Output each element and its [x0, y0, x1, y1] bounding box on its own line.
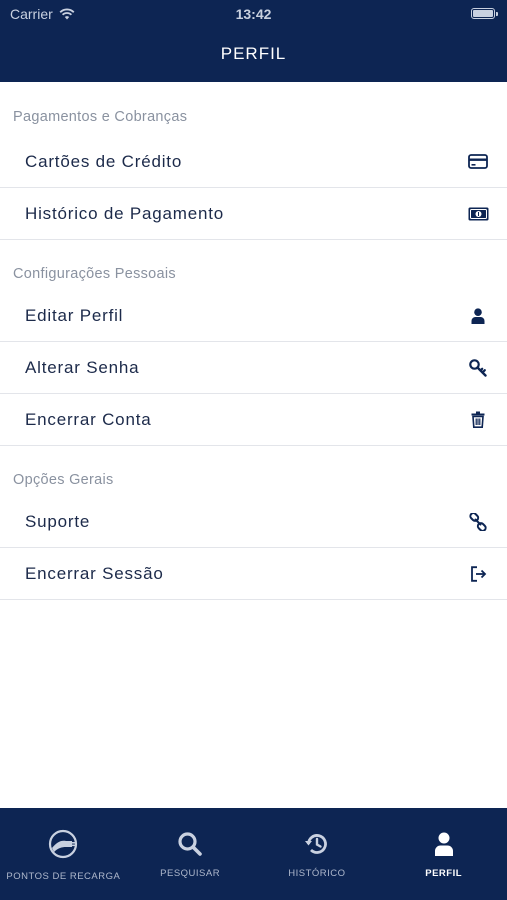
section-title-personal: Configurações Pessoais: [13, 266, 176, 282]
tab-label: PONTOS DE RECARGA: [6, 871, 121, 882]
tab-profile[interactable]: PERFIL: [380, 808, 507, 900]
history-icon: [301, 828, 333, 860]
tab-label: HISTÓRICO: [288, 868, 346, 879]
tab-label: PERFIL: [425, 868, 463, 879]
header: Carrier 13:42 PERFIL: [0, 0, 507, 82]
tab-history[interactable]: HISTÓRICO: [254, 808, 381, 900]
menu-item-logout[interactable]: Encerrar Sessão: [0, 548, 507, 600]
menu-item-close-account[interactable]: Encerrar Conta: [0, 394, 507, 446]
search-icon: [174, 828, 206, 860]
status-time: 13:42: [235, 6, 272, 22]
status-bar: Carrier 13:42: [0, 0, 507, 28]
key-icon: [467, 357, 489, 379]
tab-label: PESQUISAR: [160, 868, 221, 879]
menu-item-label: Histórico de Pagamento: [25, 203, 225, 223]
menu-item-label: Alterar Senha: [25, 357, 140, 377]
sign-out-icon: [467, 563, 489, 585]
menu-item-label: Editar Perfil: [25, 305, 124, 325]
page-title: PERFIL: [220, 44, 287, 63]
profile-menu: Pagamentos e Cobranças Cartões de Crédit…: [0, 82, 507, 600]
menu-item-support[interactable]: Suporte: [0, 496, 507, 548]
menu-item-edit-profile[interactable]: Editar Perfil: [0, 290, 507, 342]
trash-icon: [467, 409, 489, 431]
user-icon: [428, 828, 460, 860]
menu-item-label: Cartões de Crédito: [25, 151, 183, 171]
menu-item-label: Encerrar Sessão: [25, 563, 164, 583]
user-icon: [467, 305, 489, 327]
section-title-payments: Pagamentos e Cobranças: [13, 109, 188, 125]
credit-card-icon: [467, 151, 489, 173]
tab-search[interactable]: PESQUISAR: [127, 808, 254, 900]
menu-item-credit-cards[interactable]: Cartões de Crédito: [0, 136, 507, 188]
tab-bar: PONTOS DE RECARGA PESQUISAR HISTÓRICO PE…: [0, 808, 507, 900]
charging-plug-icon: [47, 828, 79, 860]
section-title-general: Opções Gerais: [13, 472, 114, 488]
menu-item-payment-history[interactable]: Histórico de Pagamento: [0, 188, 507, 240]
menu-item-label: Suporte: [25, 511, 91, 531]
battery-icon: [471, 8, 498, 19]
menu-item-label: Encerrar Conta: [25, 409, 152, 429]
money-bill-icon: [467, 203, 489, 225]
tab-charging-points[interactable]: PONTOS DE RECARGA: [0, 808, 127, 900]
menu-item-change-password[interactable]: Alterar Senha: [0, 342, 507, 394]
link-icon: [467, 511, 489, 533]
